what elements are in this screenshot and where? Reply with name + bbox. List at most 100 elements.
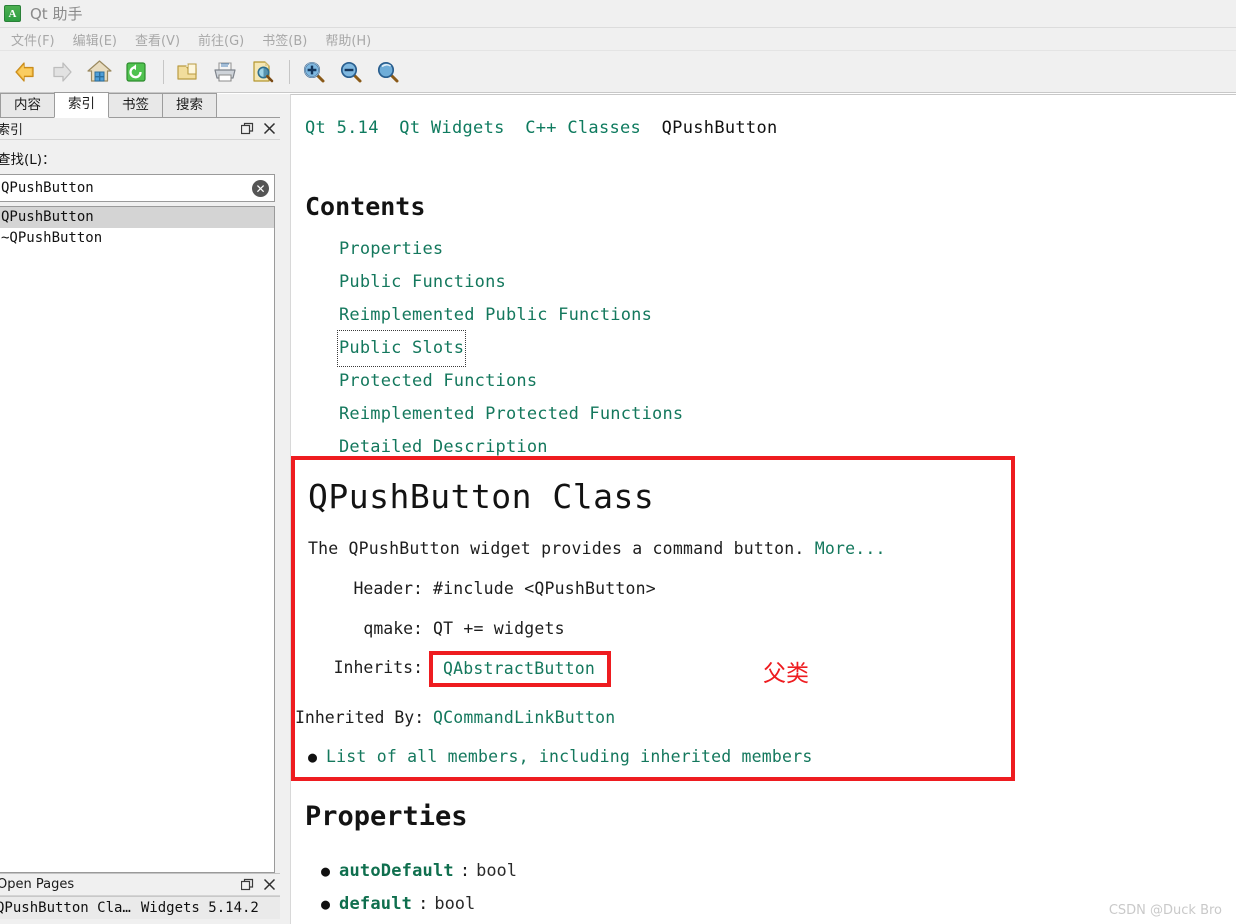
tab-index[interactable]: 索引 (54, 92, 109, 118)
qmake-value: QT += widgets (433, 619, 565, 638)
forward-arrow-icon (45, 55, 79, 89)
menu-edit[interactable]: 编辑(E) (64, 28, 126, 51)
open-page-meta: Widgets 5.14.2 (140, 900, 259, 916)
breadcrumb-item-cpp-classes[interactable]: C++ Classes (525, 118, 641, 138)
index-search-row: ✕ (0, 174, 275, 202)
breadcrumb-item-qt[interactable]: Qt 5.14 (305, 118, 379, 138)
print-preview-icon[interactable] (245, 55, 279, 89)
toc-link-reimplemented-public-functions[interactable]: Reimplemented Public Functions (339, 299, 652, 332)
toc-link-public-functions[interactable]: Public Functions (339, 266, 506, 299)
documentation-view: Qt 5.14 Qt Widgets C++ Classes QPushButt… (290, 94, 1236, 924)
inherits-row: Inherits: QAbstractButton 父类 (295, 651, 1011, 687)
open-page-name: QPushButton Cla… (0, 900, 131, 916)
index-results-list[interactable]: QPushButton ~QPushButton (0, 206, 275, 873)
breadcrumb-item-current: QPushButton (661, 118, 778, 138)
open-pages-header: Open Pages (0, 874, 280, 896)
inherits-label: Inherits: (333, 658, 423, 677)
menu-bar: 文件(F) 编辑(E) 查看(V) 前往(G) 书签(B) 帮助(H) (0, 28, 1236, 51)
watermark: CSDN @Duck Bro (1108, 903, 1222, 918)
assistant-icon: A (4, 5, 21, 22)
menu-view[interactable]: 查看(V) (126, 28, 189, 51)
zoom-reset-icon[interactable] (371, 55, 405, 89)
tab-search[interactable]: 搜索 (162, 93, 217, 117)
copy-page-icon[interactable] (171, 55, 205, 89)
property-type: bool (434, 894, 476, 914)
qmake-row: qmake: QT += widgets (295, 619, 1011, 638)
breadcrumb: Qt 5.14 Qt Widgets C++ Classes QPushButt… (305, 118, 1236, 138)
header-value: #include <QPushButton> (433, 579, 656, 598)
zoom-in-icon[interactable] (297, 55, 331, 89)
class-title: QPushButton Class (308, 477, 655, 516)
property-name-link[interactable]: autoDefault (339, 855, 454, 888)
class-summary-annotation-box: QPushButton Class The QPushButton widget… (291, 456, 1015, 781)
more-link[interactable]: More... (815, 539, 886, 558)
open-pages-list[interactable]: QPushButton Cla… Widgets 5.14.2 (0, 896, 280, 924)
tab-bookmarks[interactable]: 书签 (108, 93, 163, 117)
inherits-annotation-box: QAbstractButton (429, 651, 612, 687)
bullet-icon: ● (321, 895, 331, 913)
back-arrow-icon[interactable] (8, 55, 42, 89)
toc-link-protected-functions[interactable]: Protected Functions (339, 365, 537, 398)
qmake-label: qmake: (363, 619, 423, 638)
index-dock-title: 索引 (0, 123, 24, 138)
toc-link-public-slots[interactable]: Public Slots (336, 330, 467, 367)
menu-bookmarks[interactable]: 书签(B) (253, 28, 316, 51)
close-icon[interactable] (258, 119, 280, 139)
list-item: ● autoDefault : bool (321, 855, 517, 888)
index-pane: 查找(L)： ✕ QPushButton ~QPushButton (0, 140, 280, 873)
contents-heading: Contents (305, 192, 426, 221)
find-label: 查找(L)： (0, 152, 56, 168)
all-members-row: ● List of all members, including inherit… (308, 747, 1011, 766)
list-item[interactable]: QPushButton (0, 207, 274, 228)
properties-heading: Properties (305, 801, 468, 832)
reload-icon[interactable] (119, 55, 153, 89)
inherited-by-row: Inherited By: QCommandLinkButton (295, 708, 1011, 727)
breadcrumb-item-widgets[interactable]: Qt Widgets (399, 118, 504, 138)
open-pages-title: Open Pages (0, 877, 75, 892)
property-type: bool (476, 861, 518, 881)
index-dock-header: 索引 (0, 118, 280, 140)
open-pages-dock: Open Pages QPushButton Cla… Widgets 5.14… (0, 873, 280, 924)
toc-link-properties[interactable]: Properties (339, 233, 443, 266)
toolbar-separator (163, 59, 164, 84)
parent-class-annotation: 父类 (763, 661, 809, 687)
class-description: The QPushButton widget provides a comman… (308, 539, 1011, 558)
list-item: ● default : bool (321, 888, 517, 921)
properties-list: ● autoDefault : bool ● default : bool ● … (321, 855, 517, 924)
property-name-link[interactable]: default (339, 888, 412, 921)
property-separator: : (418, 894, 429, 914)
close-icon[interactable] (258, 875, 280, 895)
sidebar-splitter[interactable] (280, 94, 290, 924)
title-bar: A Qt 助手 (0, 0, 1236, 28)
list-item[interactable]: QPushButton Cla… Widgets 5.14.2 (0, 897, 280, 919)
sidebar: 内容 索引 书签 搜索 索引 查找(L)： ✕ (0, 92, 280, 924)
bullet-icon: ● (308, 748, 318, 766)
print-icon[interactable] (208, 55, 242, 89)
list-item[interactable]: ~QPushButton (0, 228, 274, 249)
header-row: Header: #include <QPushButton> (295, 579, 1011, 598)
tab-contents[interactable]: 内容 (0, 93, 55, 117)
zoom-out-icon[interactable] (334, 55, 368, 89)
clear-circle-icon[interactable]: ✕ (252, 180, 269, 197)
menu-goto[interactable]: 前往(G) (189, 28, 253, 51)
class-description-text: The QPushButton widget provides a comman… (308, 539, 805, 558)
sidebar-tabstrip: 内容 索引 书签 搜索 (0, 92, 280, 118)
window-title: Qt 助手 (30, 5, 83, 23)
undock-icon[interactable] (236, 119, 258, 139)
tool-bar (0, 51, 1236, 93)
all-members-link[interactable]: List of all members, including inherited… (326, 747, 812, 766)
toolbar-separator-2 (289, 59, 290, 84)
home-icon[interactable] (82, 55, 116, 89)
inherited-by-value-link[interactable]: QCommandLinkButton (433, 708, 615, 727)
menu-help[interactable]: 帮助(H) (316, 28, 380, 51)
bullet-icon: ● (321, 862, 331, 880)
toc-link-reimplemented-protected-functions[interactable]: Reimplemented Protected Functions (339, 398, 683, 431)
workspace: 内容 索引 书签 搜索 索引 查找(L)： ✕ (0, 92, 1236, 924)
menu-file[interactable]: 文件(F) (2, 28, 64, 51)
header-label: Header: (353, 579, 423, 598)
inherits-value-link[interactable]: QAbstractButton (443, 659, 595, 678)
undock-icon[interactable] (236, 875, 258, 895)
table-of-contents: Properties Public Functions Reimplemente… (336, 233, 1236, 464)
inherited-by-label: Inherited By: (295, 708, 425, 727)
index-search-input[interactable] (0, 174, 275, 202)
